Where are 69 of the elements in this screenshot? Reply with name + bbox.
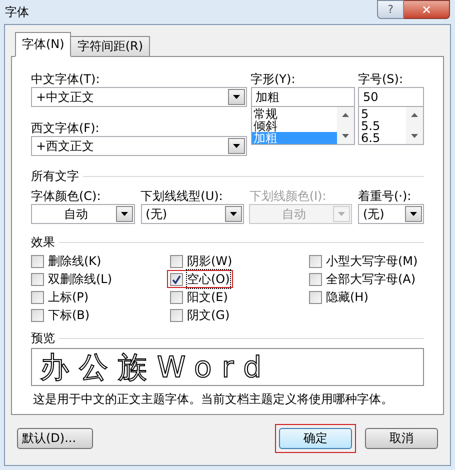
scroll-down-icon[interactable] [342,134,348,138]
checkbox[interactable] [309,290,322,304]
scroll-down-icon[interactable] [411,134,418,138]
checkbox-item[interactable]: 阳文(E) [167,288,231,306]
checkbox-item[interactable]: 删除线(K) [28,252,104,270]
field-label: 西文字体(F): [31,120,100,136]
text-field[interactable]: 加粗 [250,87,354,107]
field-label: 字号(S): [358,71,404,87]
scroll-up-icon[interactable] [411,113,418,117]
checkbox[interactable] [170,254,183,268]
scroll-up-icon[interactable] [342,113,348,117]
list-item[interactable]: 常规 [252,108,336,120]
checkbox-label: 小型大写字母(M) [326,253,418,270]
checkbox[interactable] [31,308,44,322]
checkbox-label: 空心(O) [187,270,230,288]
checkbox-label: 阴文(G) [187,307,230,324]
checkbox[interactable] [31,254,44,268]
checkbox[interactable] [170,308,183,322]
section-title: 效果 [31,234,55,251]
checkbox[interactable] [31,272,44,286]
dropdown-field[interactable]: (无) [358,204,424,224]
field-label: 字形(Y): [250,71,296,87]
tab[interactable]: 字符间距(R) [70,36,150,57]
field-label: 中文字体(T): [31,71,101,87]
list-item[interactable]: 6.5 [359,132,406,144]
checkbox-item[interactable]: 上标(P) [28,288,92,306]
checkbox[interactable] [309,254,322,268]
list-item[interactable]: 倾斜 [252,120,336,132]
dropdown-field[interactable]: +中文正文 [31,87,247,107]
text-field[interactable]: 50 [358,87,424,107]
window-title: 字体 [5,4,30,21]
dropdown-field[interactable]: +西文正文 [31,136,247,156]
field-label: 字体颜色(C): [31,188,102,204]
list-item[interactable]: 5.5 [359,120,406,132]
checkbox-item[interactable]: 下标(B) [28,306,93,324]
checkbox[interactable] [309,272,322,286]
checkbox-item[interactable]: 小型大写字母(M) [306,252,421,270]
section-title: 所有文字 [31,168,79,185]
section-title: 预览 [31,330,55,347]
list-item[interactable]: 5 [359,108,406,120]
scrollbar[interactable] [406,107,423,144]
dialog-button[interactable]: 确定 [275,424,356,453]
checkbox-label: 全部大写字母(A) [326,271,416,288]
checkbox[interactable] [170,290,183,304]
preview-description: 这是用于中文的正文主题字体。当前文档主题定义将使用哪种字体。 [32,391,394,408]
checkbox-item[interactable]: 双删除线(L) [28,270,116,288]
checkbox[interactable] [170,272,183,286]
checkbox-item[interactable]: 隐藏(H) [306,288,372,306]
dropdown-field[interactable]: 自动 [31,204,135,224]
checkbox-label: 删除线(K) [48,253,102,270]
help-button[interactable]: ? [377,0,404,19]
checkbox-label: 下标(B) [48,307,90,324]
field-label: 着重号(·): [358,188,412,204]
checkbox-item[interactable]: 全部大写字母(A) [306,270,419,288]
checkbox-item[interactable]: 空心(O) [167,270,233,288]
preview-sample: 办公族Word [38,350,272,384]
checkbox-item[interactable]: 阴文(G) [167,306,233,324]
checkbox[interactable] [31,290,44,304]
checkbox-label: 隐藏(H) [326,289,368,306]
checkbox-item[interactable]: 阴影(W) [167,252,236,270]
field-label: 下划线颜色(I): [249,188,328,204]
scrollbar[interactable] [336,107,354,144]
dropdown-field[interactable]: (无) [140,204,244,224]
checkbox-label: 阳文(E) [187,289,228,306]
checkbox-label: 双删除线(L) [48,271,112,288]
checkbox-label: 阴影(W) [187,253,232,270]
tab[interactable]: 字体(N) [15,32,72,57]
checkbox-label: 上标(P) [48,289,89,306]
field-label: 下划线线型(U): [140,188,224,204]
